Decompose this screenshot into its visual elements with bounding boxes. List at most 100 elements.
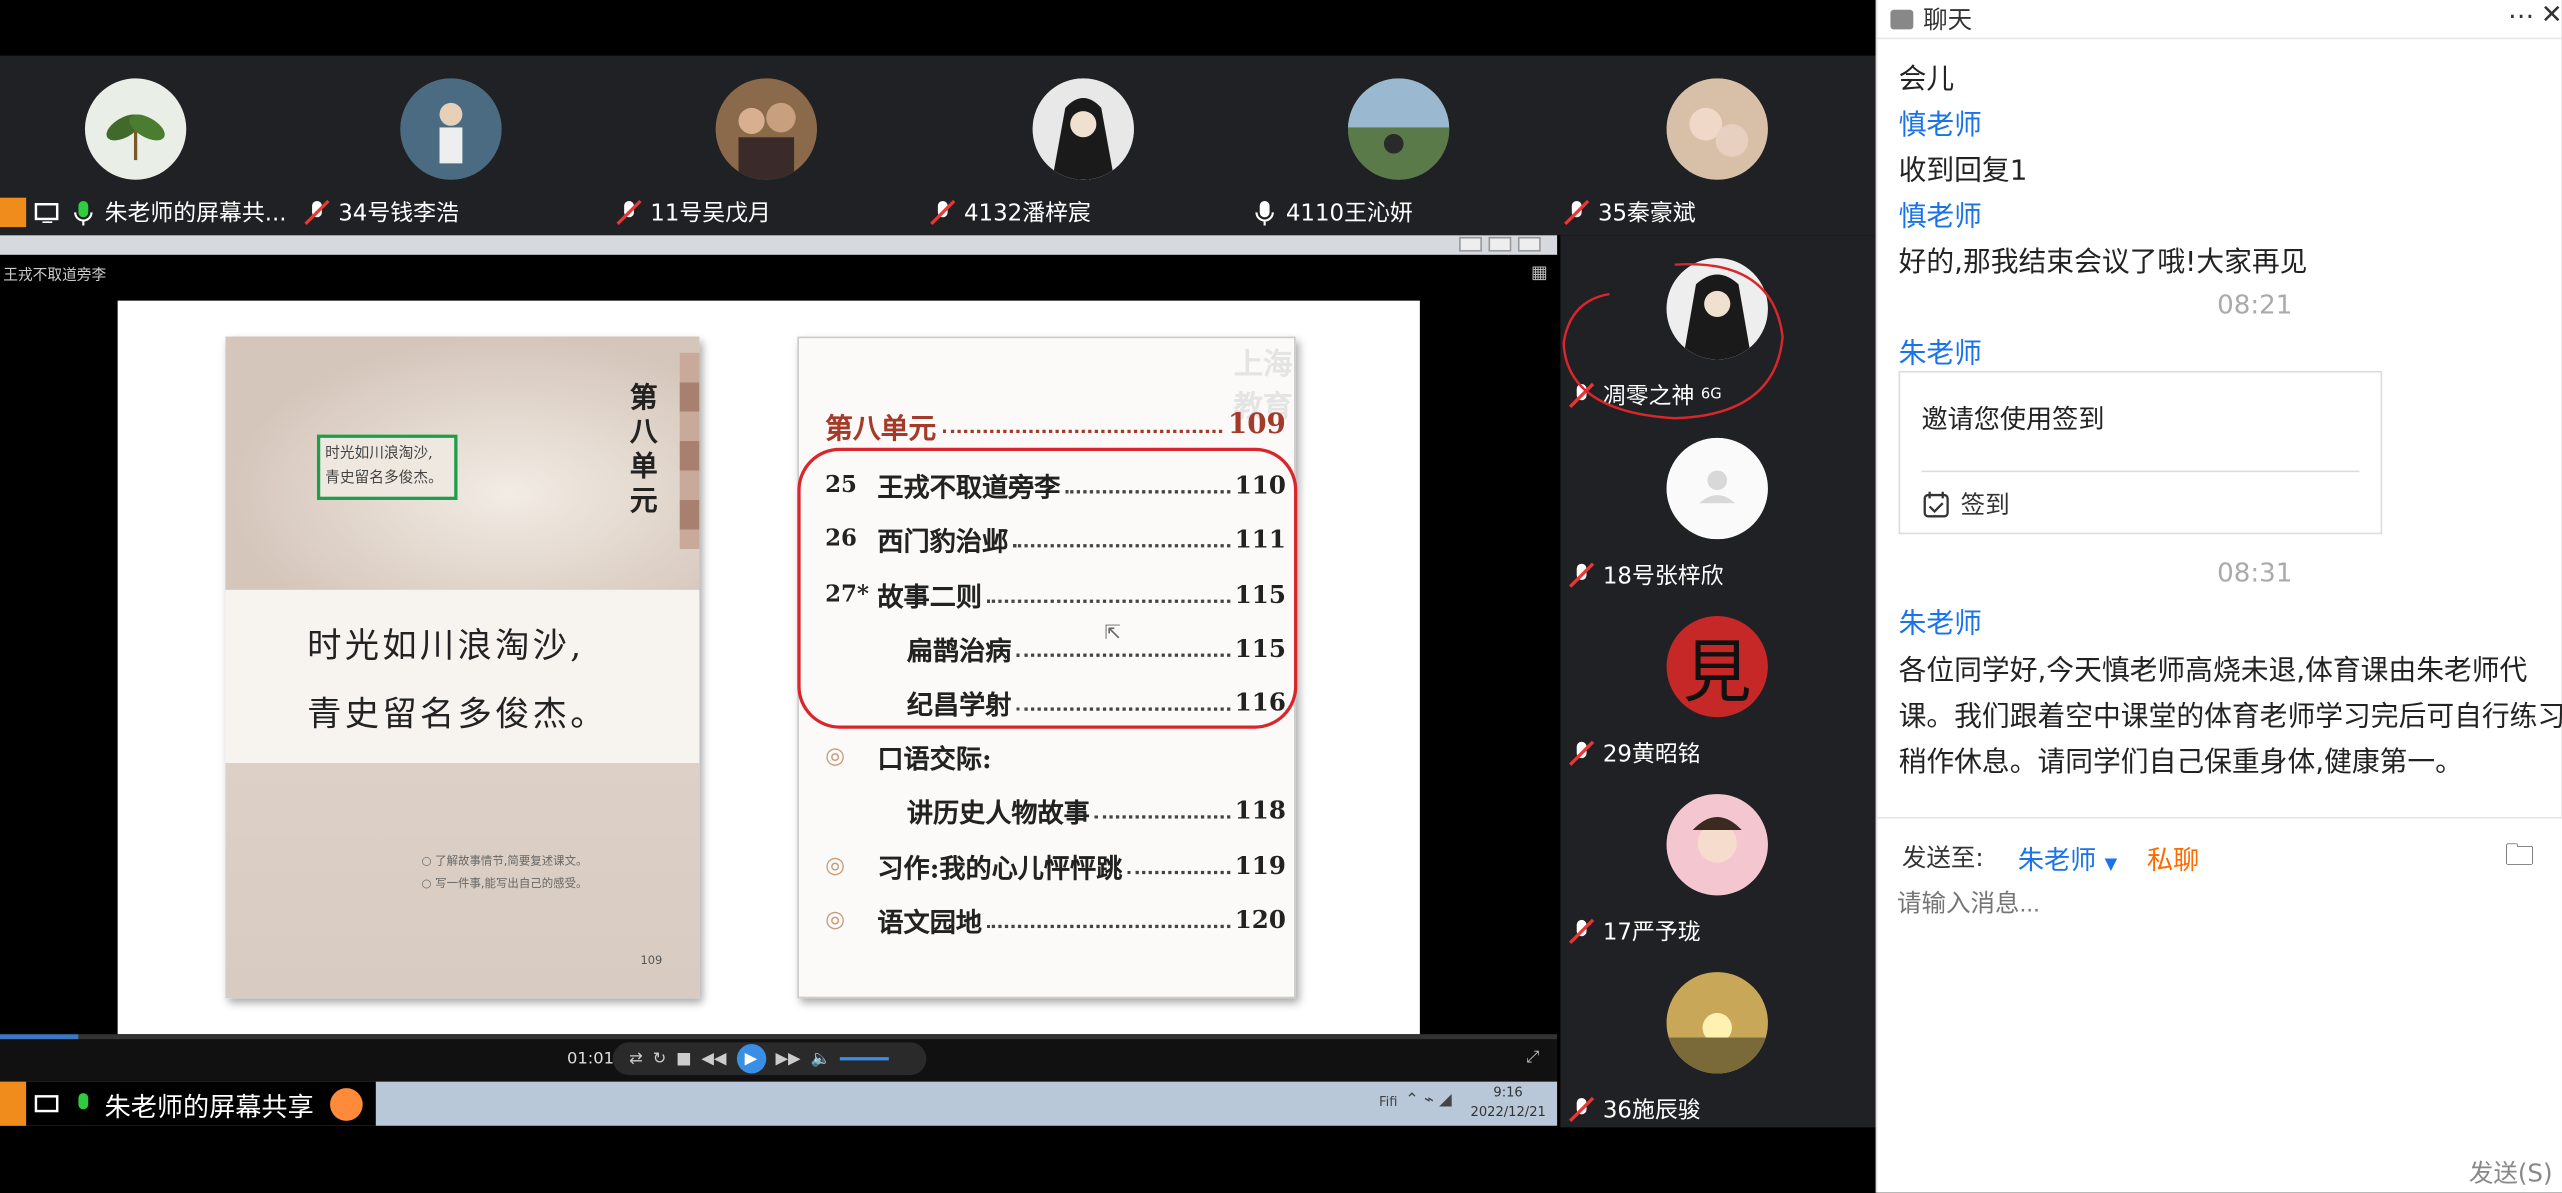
participant-name: 4110王沁妍: [1285, 200, 1413, 228]
send-button[interactable]: 发送(S): [2469, 1155, 2553, 1189]
calendar-check-icon: [1923, 490, 1949, 517]
recipient-value: 朱老师: [2017, 844, 2097, 876]
chat-header: 聊天 ⋯ ✕: [1877, 0, 2562, 40]
volume-icon[interactable]: 🔈: [810, 1050, 830, 1068]
toc-title: 习作:我的心儿怦怦跳: [877, 852, 1123, 884]
tray-icons[interactable]: ⌃ ⌁ ◢: [1405, 1091, 1451, 1109]
microphone-icon: [74, 200, 93, 226]
chat-sender[interactable]: 朱老师: [1899, 600, 1982, 641]
toc-number: ◎: [825, 852, 846, 880]
participant-tile[interactable]: 見 29黄昭铭: [1560, 609, 1875, 785]
participant-tile[interactable]: 34号钱李浩: [304, 56, 625, 236]
chat-sender[interactable]: 慎老师: [1899, 101, 1982, 142]
player-app-icon[interactable]: [330, 1087, 363, 1121]
chat-message: 会儿: [1898, 63, 1955, 97]
toc-row: 讲历史人物故事 118: [907, 792, 1286, 829]
chat-message: 稍作休息。请同学们自己保重身体,健康第一。: [1898, 746, 2463, 780]
toc-row: ◎ 口语交际:: [825, 739, 1286, 774]
repeat-icon[interactable]: ↻: [653, 1050, 667, 1068]
recipient-select[interactable]: 朱老师 ▼: [2018, 838, 2117, 877]
unit-title-vertical: 第八单元: [629, 382, 658, 518]
progress-fill[interactable]: [0, 1034, 79, 1040]
card-title: 邀请您使用签到: [1921, 403, 2105, 435]
mouse-cursor-icon: ⇱: [1104, 620, 1121, 644]
dot-leader: [1127, 858, 1230, 875]
avatar: [1347, 78, 1450, 180]
rewind-icon[interactable]: ◀◀: [701, 1050, 726, 1068]
toc-page: 109: [1227, 408, 1286, 442]
participant-name-row: 11号吴戊月: [614, 196, 771, 229]
participant-tile[interactable]: 朱老师的屏幕共...: [0, 56, 310, 236]
microphone-muted-icon: [1569, 918, 1595, 944]
sign-in-button[interactable]: 签到: [1921, 487, 2010, 521]
minimize-icon[interactable]: [1459, 236, 1482, 252]
volume-slider[interactable]: [840, 1057, 890, 1061]
progress-track[interactable]: [78, 1034, 1558, 1040]
fullscreen-icon[interactable]: ⤢: [1526, 1049, 1539, 1067]
annotation-highlight: [797, 447, 1298, 729]
participant-name: 34号钱李浩: [338, 200, 459, 228]
microphone-muted-icon: [1569, 1096, 1595, 1123]
input-language[interactable]: Fifi: [1379, 1095, 1397, 1110]
poem-line: 时光如川浪淘沙,: [307, 625, 585, 665]
poem-band: 时光如川浪淘沙, 青史留名多俊杰。: [225, 589, 700, 764]
annotation-circle: [1562, 262, 1784, 420]
playlist-icon[interactable]: ⇄: [629, 1050, 643, 1068]
participant-tile[interactable]: 4132潘梓宸: [930, 56, 1258, 236]
dot-leader: [1094, 802, 1230, 819]
avatar: [84, 78, 187, 180]
participant-tile[interactable]: 36施辰骏: [1560, 966, 1875, 1142]
message-composer: 发送至: 朱老师 ▼ 私聊 🗀 发送(S): [1877, 816, 2562, 1193]
participant-name: 29黄昭铭: [1602, 741, 1701, 768]
message-input[interactable]: [1896, 883, 2544, 924]
avatar: [1666, 78, 1768, 180]
grid-icon[interactable]: ▦: [1531, 261, 1548, 282]
participant-tile[interactable]: 35秦豪斌: [1564, 56, 1888, 236]
chat-message: 好的,那我结束会议了哦!大家再见: [1898, 246, 2308, 280]
toc-row: ◎ 习作:我的心儿怦怦跳 119: [825, 848, 1286, 884]
avatar: 見: [1666, 615, 1768, 718]
dot-leader: [986, 912, 1230, 929]
participant-tile[interactable]: 17严予珑: [1560, 788, 1875, 964]
participant-tile[interactable]: 凋零之神 6G: [1560, 252, 1875, 428]
player-titlebar: [0, 235, 1558, 255]
fast-forward-icon[interactable]: ▶▶: [775, 1050, 800, 1068]
close-icon[interactable]: [1517, 236, 1541, 252]
folder-icon[interactable]: 🗀: [2505, 835, 2534, 884]
participant-name-row: 17严予珑: [1567, 915, 1701, 948]
participant-tile[interactable]: 11号吴戊月: [616, 56, 941, 236]
participant-column: 凋零之神 6G 18号张梓欣 見 29黄昭铭 17严予珑 36施辰骏: [1560, 235, 1876, 1128]
study-note: ○ 了解故事情节,简要复述课文。: [421, 854, 588, 868]
private-chat-link[interactable]: 私聊: [2147, 838, 2199, 877]
window-buttons: [1459, 236, 1550, 253]
chat-sender[interactable]: 朱老师: [1899, 330, 1982, 371]
toc-title: 语文园地: [877, 906, 982, 938]
participant-tile[interactable]: 4110王沁妍: [1255, 56, 1573, 236]
chat-title: 聊天: [1923, 4, 1973, 35]
participant-name-row: 34号钱李浩: [302, 196, 459, 229]
stop-icon[interactable]: ■: [676, 1050, 691, 1068]
presenter-label: 朱老师的屏幕共享: [0, 1081, 376, 1126]
close-icon[interactable]: ✕: [2541, 0, 2562, 29]
stamp-line: 青史留名多俊杰。: [325, 470, 443, 487]
participant-name-row: 35秦豪斌: [1562, 196, 1696, 229]
chat-sender[interactable]: 慎老师: [1899, 193, 1982, 234]
send-to-label: 发送至:: [1901, 843, 1984, 873]
participant-name: 18号张梓欣: [1602, 563, 1724, 590]
page-edge-decoration: [679, 352, 700, 549]
microphone-muted-icon: [930, 199, 956, 225]
stamp-line: 时光如川浪淘沙,: [325, 446, 433, 463]
green-stamp-box: 时光如川浪淘沙, 青史留名多俊杰。: [316, 434, 458, 500]
maximize-icon[interactable]: [1488, 236, 1512, 252]
more-icon[interactable]: ⋯: [2508, 0, 2534, 31]
play-icon[interactable]: ▶: [736, 1044, 766, 1074]
participant-tile[interactable]: 18号张梓欣: [1560, 431, 1875, 607]
participant-name-row: 29黄昭铭: [1567, 737, 1701, 770]
chat-timestamp: 08:21: [2217, 289, 2293, 321]
sign-in-card[interactable]: 邀请您使用签到 签到: [1898, 370, 2383, 535]
dropdown-icon: ▼: [2104, 856, 2118, 875]
chat-timestamp: 08:31: [2217, 557, 2293, 589]
screen-share-icon: [34, 1094, 59, 1112]
sign-in-label: 签到: [1960, 490, 2010, 520]
avatar-character: 見: [1682, 631, 1752, 712]
